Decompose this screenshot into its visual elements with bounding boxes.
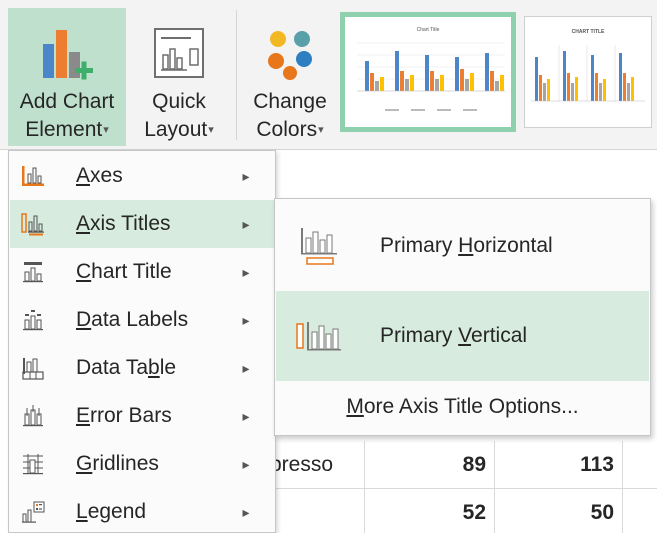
change-colors-button[interactable]: Change Colors▾ xyxy=(246,8,334,146)
menu-item-gridlines[interactable]: Gridlines ▸ xyxy=(10,440,274,488)
submenu-arrow-icon: ▸ xyxy=(242,359,250,376)
menu-item-label: Chart Title xyxy=(76,260,172,283)
legend-icon xyxy=(18,498,48,526)
menu-item-chart-title[interactable]: Chart Title ▸ xyxy=(10,248,274,296)
menu-item-legend[interactable]: Legend ▸ xyxy=(10,488,274,533)
more-options-label: ore Axis Title Options... xyxy=(363,395,579,418)
cell-name[interactable] xyxy=(262,489,365,533)
ribbon: Add Chart Element▾ Quick Layout▾ Change … xyxy=(0,0,657,150)
more-axis-title-options-button[interactable]: More Axis Title Options... xyxy=(276,381,649,433)
submenu-item-label: Primary Horizontal xyxy=(380,234,553,257)
submenu-arrow-icon: ▸ xyxy=(242,407,250,424)
chart-title-icon xyxy=(18,258,48,286)
error-bars-icon xyxy=(18,402,48,430)
axes-icon xyxy=(18,162,48,190)
axis-titles-submenu: Primary Horizontal Primary Vertical More… xyxy=(274,198,651,436)
cell-value[interactable]: 52 xyxy=(365,489,495,533)
data-table-icon xyxy=(18,354,48,382)
style-thumb-title: CHART TITLE xyxy=(572,29,605,35)
submenu-arrow-icon: ▸ xyxy=(242,263,250,280)
menu-item-data-table[interactable]: Data Table ▸ xyxy=(10,344,274,392)
quick-layout-label: Quick Layout▾ xyxy=(144,90,214,141)
menu-item-label: Axes xyxy=(76,164,123,187)
primary-horizontal-axis-title-icon xyxy=(292,226,348,266)
submenu-arrow-icon: ▸ xyxy=(242,503,250,520)
cell-value[interactable]: 113 xyxy=(495,441,623,489)
palette-icon xyxy=(262,18,318,88)
quick-layout-button[interactable]: Quick Layout▾ xyxy=(128,8,230,146)
submenu-arrow-icon: ▸ xyxy=(242,167,250,184)
menu-item-label: Data Labels xyxy=(76,308,189,331)
add-chart-element-menu: Axes ▸ Axis Titles ▸ Chart Title ▸ Data … xyxy=(8,150,276,533)
primary-vertical-axis-title-icon xyxy=(292,316,348,356)
cell-value[interactable]: 89 xyxy=(365,441,495,489)
menu-item-label: Error Bars xyxy=(76,404,172,427)
menu-item-axes[interactable]: Axes ▸ xyxy=(10,152,274,200)
menu-item-error-bars[interactable]: Error Bars ▸ xyxy=(10,392,274,440)
add-chart-element-label: Add Chart Element▾ xyxy=(19,90,115,141)
table-row: 52 50 xyxy=(262,489,657,533)
menu-item-label: Legend xyxy=(76,500,147,523)
add-chart-element-button[interactable]: Add Chart Element▾ xyxy=(8,8,126,146)
menu-item-axis-titles[interactable]: Axis Titles ▸ xyxy=(10,200,274,248)
change-colors-label: Change Colors▾ xyxy=(253,90,327,141)
menu-item-label: Axis Titles xyxy=(76,212,171,235)
cell-value[interactable]: 50 xyxy=(495,489,623,533)
chart-style-thumbnail-2[interactable]: CHART TITLE xyxy=(524,16,652,128)
add-chart-element-icon xyxy=(37,18,97,88)
gridlines-icon xyxy=(18,450,48,478)
table-row: presso 89 113 xyxy=(262,441,657,489)
submenu-arrow-icon: ▸ xyxy=(242,311,250,328)
data-labels-icon xyxy=(18,306,48,334)
submenu-item-primary-vertical[interactable]: Primary Vertical xyxy=(276,291,649,381)
axis-titles-icon xyxy=(18,210,48,238)
quick-layout-icon xyxy=(151,18,207,88)
cell-name[interactable]: presso xyxy=(262,441,365,489)
submenu-arrow-icon: ▸ xyxy=(242,215,250,232)
menu-item-label: Data Table xyxy=(76,356,177,379)
style-thumb-title: Chart Title xyxy=(417,27,440,33)
menu-item-data-labels[interactable]: Data Labels ▸ xyxy=(10,296,274,344)
more-options-accelerator: M xyxy=(346,395,364,418)
ribbon-separator xyxy=(236,10,237,140)
submenu-item-primary-horizontal[interactable]: Primary Horizontal xyxy=(276,201,649,291)
submenu-arrow-icon: ▸ xyxy=(242,455,250,472)
menu-item-label: Gridlines xyxy=(76,452,159,475)
chart-style-thumbnail-1[interactable]: Chart Title xyxy=(340,12,516,132)
submenu-item-label: Primary Vertical xyxy=(380,324,528,347)
